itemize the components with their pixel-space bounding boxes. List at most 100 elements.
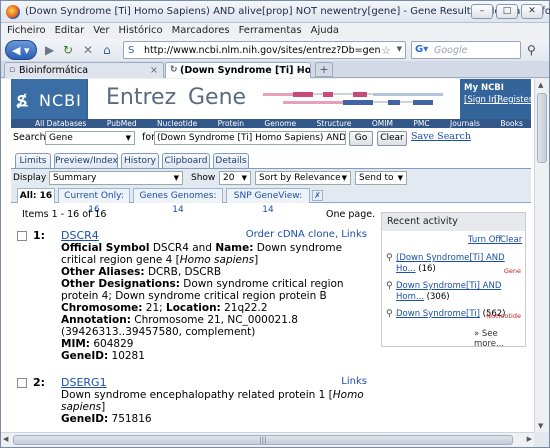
ncbi-logo[interactable]: ꟍ NCBI <box>11 79 86 119</box>
scroll-right-icon[interactable]: ▶ <box>527 435 532 443</box>
url-text[interactable]: http://www.ncbi.nlm.nih.gov/sites/entrez… <box>144 45 380 56</box>
tab-details[interactable]: Details <box>213 153 249 168</box>
dbnav-nucleotide[interactable]: Nucleotide <box>157 119 197 128</box>
menu-tools[interactable]: Ferramentas <box>239 23 302 39</box>
sort-select[interactable]: Sort by Relevance ▼ <box>255 171 351 185</box>
scroll-down-icon[interactable]: ▼ <box>538 422 543 430</box>
dropdown-arrow-icon: ▼ <box>241 174 247 182</box>
wrench-icon[interactable]: ✗ <box>312 190 323 201</box>
google-icon[interactable]: G▾ <box>415 44 428 55</box>
record-checkbox[interactable] <box>17 378 27 388</box>
minimize-button[interactable]: – <box>471 4 493 19</box>
dbnav-pubmed[interactable]: PubMed <box>107 119 137 128</box>
go-button[interactable]: Go <box>349 131 373 146</box>
menu-file[interactable]: Ficheiro <box>7 23 46 39</box>
url-dropdown-icon[interactable]: ▼ <box>397 45 402 53</box>
forward-icon[interactable]: ▶ <box>45 43 54 57</box>
filter-snp-geneview[interactable]: SNP GeneView: 14 <box>226 188 310 215</box>
dropdown-arrow-icon: ▼ <box>125 134 131 142</box>
bracket: ] <box>101 401 106 413</box>
dbnav-all[interactable]: All Databases <box>35 119 86 128</box>
recent-activity-title: Recent activity <box>382 213 525 231</box>
links-link[interactable]: Links <box>341 376 367 387</box>
filter-tabs: All: 16 Current Only: 16 Genes Genomes: … <box>11 186 531 215</box>
display-row: Display Summary ▼ Show 20 ▼ Sort by Releva… <box>11 169 531 186</box>
horizontal-scroll-thumb[interactable]: ||| <box>13 435 513 445</box>
turn-off-link[interactable]: Turn Off <box>468 235 501 245</box>
scroll-up-icon[interactable]: ▲ <box>538 81 543 89</box>
dbnav-omim[interactable]: OMIM <box>372 119 393 128</box>
horizontal-scrollbar[interactable]: ◀ ||| ▶ <box>1 432 534 447</box>
stop-icon[interactable]: ✕ <box>83 43 93 57</box>
recent-item[interactable]: ⚲ Down Syndrome[Ti] AND Hom... (306) <box>386 281 521 303</box>
show-select[interactable]: 20 ▼ <box>219 171 251 185</box>
mim-value: 604829 <box>90 338 134 350</box>
page-content: ꟍ NCBI Entrez Gene <box>1 79 534 432</box>
dbnav-books[interactable]: Books <box>500 119 523 128</box>
tab-clipboard[interactable]: Clipboard <box>162 153 210 168</box>
query-input[interactable]: (Down Syndrome [Ti] Homo Sapiens) AND al… <box>154 131 346 145</box>
menu-help[interactable]: Ajuda <box>311 23 339 39</box>
database-nav: All Databases PubMed Nucleotide Protein … <box>11 119 531 128</box>
vertical-scrollbar[interactable]: ▲ ▼ <box>534 79 549 432</box>
geneid-value: 10281 <box>108 350 145 362</box>
dbnav-pmc[interactable]: PMC <box>413 119 429 128</box>
menu-bookmarks[interactable]: Marcadores <box>172 23 230 39</box>
filter-current-only[interactable]: Current Only: 16 <box>58 188 130 215</box>
search-placeholder[interactable]: Google <box>434 45 468 56</box>
dbnav-protein[interactable]: Protein <box>218 119 244 128</box>
scroll-left-icon[interactable]: ◀ <box>3 435 8 443</box>
gene-symbol-link[interactable]: DSCR4 <box>61 229 99 242</box>
tab-bioinformatica[interactable]: ▫ Bioinformática × <box>4 62 164 78</box>
filter-genes-genomes[interactable]: Genes Genomes: 14 <box>133 188 223 215</box>
resize-grip-icon[interactable] <box>534 432 549 447</box>
search-icon[interactable]: ⚲ <box>527 43 536 57</box>
database-select[interactable]: Gene ▼ <box>45 131 135 145</box>
official-symbol-label: Official Symbol <box>61 242 150 254</box>
register-link[interactable]: [Register] <box>494 95 534 105</box>
new-tab-button[interactable]: + <box>315 62 333 77</box>
record-checkbox[interactable] <box>17 231 27 241</box>
search-box[interactable]: G▾ Google <box>411 41 521 59</box>
navigation-toolbar: ◀ ▾ ▶ ↻ ✕ ⌂ S http://www.ncbi.nlm.nih.go… <box>1 39 549 61</box>
ncbi-helix-icon: ꟍ <box>17 87 28 111</box>
send-to-select[interactable]: Send to ▼ <box>355 171 407 185</box>
close-button[interactable]: ✕ <box>521 4 543 19</box>
url-bar[interactable]: S http://www.ncbi.nlm.nih.gov/sites/entr… <box>123 41 406 59</box>
tab-preview-index[interactable]: Preview/Index <box>54 153 118 168</box>
home-icon[interactable]: ⌂ <box>103 43 111 57</box>
bookmark-star-icon[interactable]: ☆ <box>381 44 391 57</box>
back-button[interactable]: ◀ ▾ <box>5 40 37 60</box>
maximize-button[interactable]: □ <box>496 4 518 19</box>
tab-gene-results[interactable]: ↻ (Down Syndrome [Ti] Ho... × <box>165 62 311 78</box>
description: Down syndrome encephalopathy related pro… <box>61 389 333 401</box>
filter-all[interactable]: All: 16 <box>17 188 55 203</box>
vertical-scroll-thumb[interactable] <box>537 93 547 163</box>
recent-item[interactable]: ⚲ Down Syndrome[Ti] (562) Nucleotide <box>386 309 521 320</box>
clear-button[interactable]: Clear <box>377 131 407 146</box>
order-links[interactable]: Order cDNA clone, Links <box>246 229 367 240</box>
format-select[interactable]: Summary ▼ <box>49 171 183 185</box>
menu-view[interactable]: Ver <box>93 23 109 39</box>
save-search-link[interactable]: Save Search <box>411 131 471 142</box>
recent-item-text[interactable]: Down Syndrome[Ti] <box>396 309 480 319</box>
see-more-link[interactable]: » See more... <box>474 329 525 349</box>
tab-history[interactable]: History <box>121 153 159 168</box>
menu-edit[interactable]: Editar <box>55 23 85 39</box>
gene-symbol-link[interactable]: DSERG1 <box>61 376 107 389</box>
recent-item-count: (306) <box>423 292 450 302</box>
dbnav-journals[interactable]: Journals <box>450 119 480 128</box>
my-ncbi-title[interactable]: My NCBI <box>464 83 504 93</box>
dropdown-arrow-icon: ▼ <box>173 174 179 182</box>
recent-item-text[interactable]: (Down Syndrome[Ti] AND Ho... <box>396 253 505 274</box>
dbnav-genome[interactable]: Genome <box>264 119 296 128</box>
recent-item-db: Nucleotide <box>486 312 521 320</box>
close-tab-icon[interactable]: × <box>150 63 158 78</box>
menu-history[interactable]: Histórico <box>119 23 163 39</box>
clear-link[interactable]: Clear <box>500 235 522 245</box>
reload-icon[interactable]: ↻ <box>63 43 73 57</box>
close-tab-icon[interactable]: × <box>297 63 305 78</box>
recent-item[interactable]: ⚲ (Down Syndrome[Ti] AND Ho... (16) Gene <box>386 253 521 275</box>
dbnav-structure[interactable]: Structure <box>317 119 352 128</box>
tab-limits[interactable]: Limits <box>15 153 51 168</box>
